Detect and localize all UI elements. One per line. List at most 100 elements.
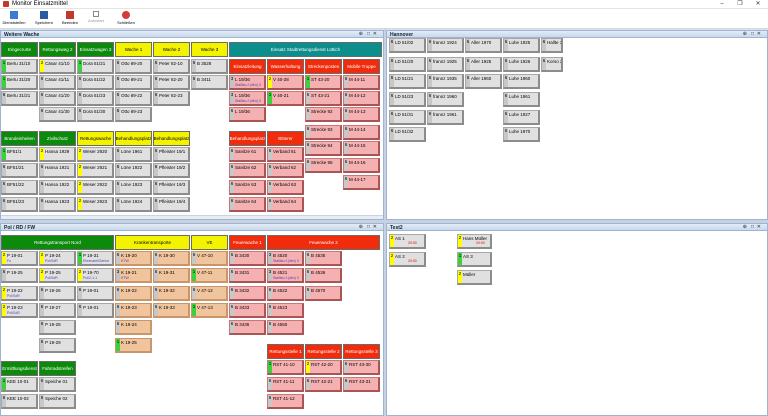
- unit-cell[interactable]: 6 RST 43-31: [343, 377, 380, 392]
- unit-cell[interactable]: 6 Luhe 1927: [503, 110, 540, 125]
- unit-cell[interactable]: 6K 19-23: [115, 303, 152, 318]
- unit-cell[interactable]: 6 Sanitze 62: [229, 163, 266, 178]
- unit-cell[interactable]: 1 AS 3: [457, 252, 492, 267]
- unit-cell[interactable]: 6L 19/36: [229, 107, 266, 122]
- unit-cell[interactable]: 2P 19-23 Pol/SdR: [1, 303, 38, 318]
- unit-cell[interactable]: 6 Speiche 02: [39, 394, 76, 409]
- unit-cell[interactable]: 6P 19-26: [39, 286, 76, 301]
- unit-cell[interactable]: 6K 19-24: [115, 320, 152, 335]
- unit-cell[interactable]: 6K 19-30: [153, 251, 190, 266]
- unit-cell[interactable]: 6K 19-33: [153, 303, 190, 318]
- unit-cell[interactable]: 1K 19-25: [115, 338, 152, 353]
- restore-icon[interactable]: □: [751, 224, 754, 231]
- unit-cell[interactable]: 6 Speiche 01: [39, 377, 76, 392]
- unit-cell[interactable]: 6 RST 41-12: [267, 394, 304, 409]
- unit-cell[interactable]: 6 Hansa 1923: [39, 197, 76, 212]
- unit-cell[interactable]: 2 Hans Müller 20:00: [457, 234, 492, 249]
- unit-cell[interactable]: 6Korso 21: [541, 57, 563, 72]
- unit-cell[interactable]: 6 frannz 1935: [427, 74, 464, 89]
- unit-cell[interactable]: 6 Strecke 94: [305, 141, 342, 156]
- unit-cell[interactable]: 6 Pfleister 19/3: [153, 180, 190, 195]
- unit-cell[interactable]: 1 RST 41-10: [267, 360, 304, 375]
- unit-cell[interactable]: 6 Dora 51/22: [77, 75, 114, 90]
- unit-cell[interactable]: 6K 19-20 KTW: [115, 251, 152, 266]
- unit-cell[interactable]: 6 RST 41-11: [267, 377, 304, 392]
- unit-cell[interactable]: 6V 47-12: [191, 286, 228, 301]
- unit-cell[interactable]: 6 Löne 1961: [115, 147, 152, 162]
- unit-cell[interactable]: 6 Aller 1960: [465, 74, 502, 89]
- unit-cell[interactable]: 6B 3528: [191, 59, 228, 74]
- unit-cell[interactable]: 1 BF51/1: [1, 147, 38, 162]
- unit-cell[interactable]: 6B 4570: [305, 286, 342, 301]
- unit-cell[interactable]: 3B 4520 Stalltsu-f (dtrn) 0: [267, 251, 304, 266]
- close-icon[interactable]: ✕: [373, 224, 377, 231]
- unit-cell[interactable]: 6 Strecke 95: [305, 158, 342, 173]
- unit-cell[interactable]: 6M 44-11: [343, 75, 380, 90]
- unit-cell[interactable]: 6M 44-16: [343, 158, 380, 173]
- unit-cell[interactable]: 6 Peter 82-23: [153, 91, 190, 106]
- unit-cell[interactable]: 2 Müller: [457, 270, 492, 285]
- unit-cell[interactable]: 6 frannz 1924: [427, 38, 464, 53]
- unit-cell[interactable]: 6 Löne 1924: [115, 197, 152, 212]
- schließen-button[interactable]: Schließen: [114, 10, 138, 28]
- unit-cell[interactable]: 6P 19-28: [39, 320, 76, 335]
- unit-cell[interactable]: 2 Hansa 1929: [39, 147, 76, 162]
- unit-cell[interactable]: 6 Aller 1925: [465, 57, 502, 72]
- unit-cell[interactable]: 2 Weser 2922: [77, 180, 114, 195]
- unit-cell[interactable]: 1V 40-21: [267, 91, 304, 106]
- unit-cell[interactable]: 3L 19/36 Stalltsu-f (dtrn) 0: [229, 91, 266, 106]
- unit-cell[interactable]: 6 Bertu 31/21: [1, 91, 38, 106]
- unit-cell[interactable]: 1 Bertu 31/10: [1, 59, 38, 74]
- unit-cell[interactable]: 1V 47-11: [191, 268, 228, 283]
- unit-cell[interactable]: 6 Verband 61: [267, 147, 304, 162]
- unit-cell[interactable]: 6B 3433: [229, 303, 266, 318]
- unit-cell[interactable]: 6 Sanitze 61: [229, 147, 266, 162]
- pin-icon[interactable]: ⊕: [359, 224, 363, 231]
- unit-cell[interactable]: 6B 4522: [267, 286, 304, 301]
- unit-cell[interactable]: 6B 3432: [229, 286, 266, 301]
- unit-cell[interactable]: 6B 3430: [229, 251, 266, 266]
- unit-cell[interactable]: 6 Luhe 1970: [503, 127, 540, 142]
- close-icon[interactable]: ✕: [749, 0, 767, 9]
- unit-cell[interactable]: 6 Peter 82-20: [153, 75, 190, 90]
- horizontal-scrollbar[interactable]: [1, 215, 383, 219]
- unit-cell[interactable]: 6 Luhe 1961: [503, 92, 540, 107]
- unit-cell[interactable]: 2P 19-25 Pol/SdR: [39, 268, 76, 283]
- unit-cell[interactable]: 1V 47-13: [191, 303, 228, 318]
- unit-cell[interactable]: 6 Löne 1922: [115, 163, 152, 178]
- unit-cell[interactable]: 6 Cäsar 41/11: [39, 75, 76, 90]
- unit-cell[interactable]: 6 Pfleister 19/1: [153, 147, 190, 162]
- unit-cell[interactable]: 6 BF51/21: [1, 163, 38, 178]
- unit-cell[interactable]: 6 Luhe 1925: [503, 38, 540, 53]
- unit-cell[interactable]: 1 KEE 10-01: [1, 377, 38, 392]
- unit-cell[interactable]: 6 RST 42-21: [305, 377, 342, 392]
- unit-cell[interactable]: 6 Otto 89-20: [115, 59, 152, 74]
- close-icon[interactable]: ✕: [757, 31, 761, 38]
- unit-cell[interactable]: 2 Cäsar 41/10: [39, 59, 76, 74]
- unit-cell[interactable]: 6M 44-14: [343, 125, 380, 140]
- unit-cell[interactable]: 6 frannz 1961: [427, 110, 464, 125]
- unit-cell[interactable]: 2P 19-70 Pol/2-1-1: [77, 268, 114, 283]
- pin-icon[interactable]: ⊕: [359, 31, 363, 38]
- unit-cell[interactable]: 6 Cäsar 41/20: [39, 91, 76, 106]
- unit-cell[interactable]: 2 Weser 2923: [77, 197, 114, 212]
- unit-cell[interactable]: 6K 19-31: [153, 268, 190, 283]
- unit-cell[interactable]: 6 LD 51/21: [389, 74, 426, 89]
- close-icon[interactable]: ✕: [757, 224, 761, 231]
- unit-cell[interactable]: 6V 47-10: [191, 251, 228, 266]
- unit-cell[interactable]: 2P 19-22 Pol/SdR: [1, 286, 38, 301]
- restore-icon[interactable]: □: [367, 31, 370, 38]
- unit-cell[interactable]: 6B 3411: [191, 75, 228, 90]
- unit-cell[interactable]: 6 LD 51/02: [389, 38, 426, 53]
- dienststellen-button[interactable]: Dienststellen: [2, 10, 26, 28]
- minimize-icon[interactable]: –: [713, 0, 731, 9]
- unit-cell[interactable]: 6 Peter 82-10: [153, 59, 190, 74]
- unit-cell[interactable]: 6 LD 51/32: [389, 127, 426, 142]
- unit-cell[interactable]: 6K 19-22: [115, 286, 152, 301]
- unit-cell[interactable]: 2 Weser 2921: [77, 163, 114, 178]
- unit-cell[interactable]: 6B 4536: [305, 268, 342, 283]
- unit-cell[interactable]: 6B 4535: [305, 251, 342, 266]
- unit-cell[interactable]: 6 frannz 1960: [427, 92, 464, 107]
- unit-cell[interactable]: 6 Sanitze 64: [229, 197, 266, 212]
- unit-cell[interactable]: 6 Verband 64: [267, 197, 304, 212]
